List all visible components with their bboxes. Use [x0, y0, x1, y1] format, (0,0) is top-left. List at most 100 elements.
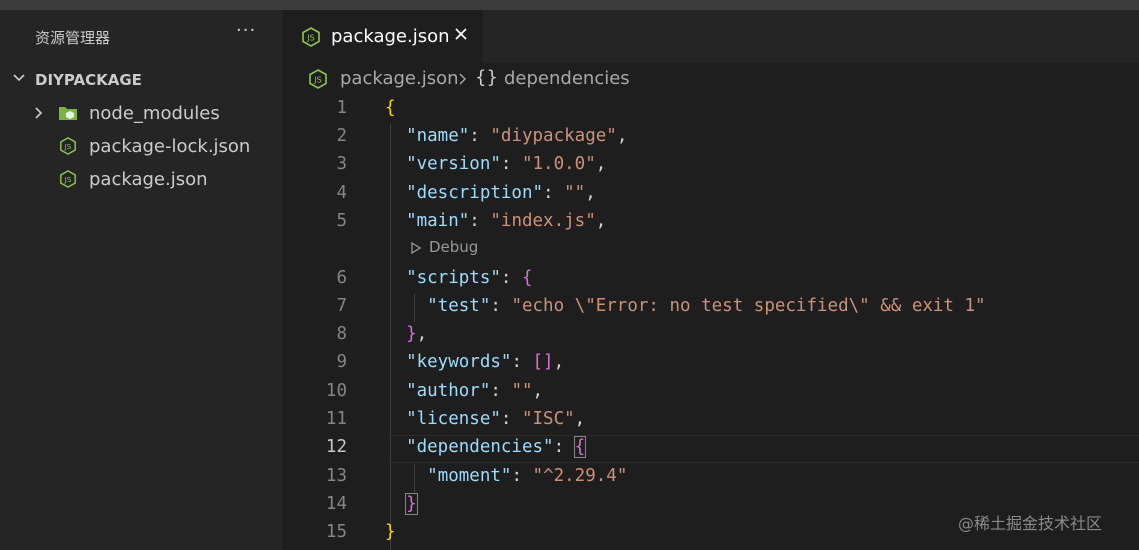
line-content: "moment": "^2.29.4"	[427, 466, 628, 486]
tree-item-package-lock-json[interactable]: JS package-lock.json	[0, 131, 282, 161]
nodejs-icon: JS	[60, 137, 76, 155]
tab-label: package.json	[331, 26, 450, 47]
line-content: {	[385, 98, 396, 118]
line-content: "name": "diypackage",	[406, 126, 628, 146]
code-line: 11 "license": "ISC",	[283, 407, 1139, 435]
line-content: }	[385, 493, 418, 515]
json-key: "name"	[406, 126, 470, 146]
matched-bracket: {	[573, 436, 587, 458]
json-value: ""	[564, 183, 586, 203]
explorer-title: 资源管理器	[35, 29, 111, 47]
json-value: "diypackage"	[490, 126, 617, 146]
watermark: @稀土掘金技术社区	[958, 514, 1103, 533]
line-number: 12	[325, 437, 347, 457]
line-number: 8	[336, 324, 347, 344]
tree-item-label: package-lock.json	[89, 136, 251, 157]
line-number: 13	[325, 466, 347, 486]
chevron-right-icon	[35, 107, 43, 119]
json-key: "dependencies"	[406, 437, 554, 457]
json-key: "version"	[406, 154, 501, 174]
json-key: "test"	[427, 296, 491, 316]
code-line: 2 "name": "diypackage",	[283, 124, 1139, 152]
breadcrumb-symbol[interactable]: dependencies	[504, 68, 630, 89]
matched-bracket: }	[405, 493, 418, 515]
code-line: 5 "main": "index.js",	[283, 209, 1139, 237]
line-number: 15	[325, 522, 347, 542]
code-line: 9 "keywords": [],	[283, 350, 1139, 378]
line-content: "version": "1.0.0",	[406, 154, 607, 174]
tree-item-package-json[interactable]: JS package.json	[0, 164, 282, 194]
line-number: 2	[336, 126, 347, 146]
json-value: "echo \"Error: no test specified\" && ex…	[511, 296, 986, 316]
line-content: "description": "",	[406, 183, 596, 203]
tree-item-label: node_modules	[89, 103, 220, 124]
json-value: "ISC"	[521, 409, 575, 429]
code-line: 13 "moment": "^2.29.4"	[283, 464, 1139, 492]
json-key: "license"	[406, 409, 501, 429]
tab-bar: JS package.json	[283, 10, 1139, 63]
nodejs-icon: JS	[309, 69, 327, 89]
json-key: "main"	[406, 211, 470, 231]
chevron-down-icon	[13, 74, 25, 82]
line-content: "scripts": {	[406, 268, 533, 288]
explorer-sidebar: 资源管理器 ··· DIYPACKAGE node_modules JS pac…	[0, 10, 282, 550]
json-key: "scripts"	[406, 268, 501, 288]
line-number: 6	[336, 268, 347, 288]
line-number: 14	[325, 494, 347, 514]
code-line: 12 "dependencies": {	[283, 435, 1139, 463]
nodejs-icon: JS	[60, 170, 76, 188]
line-content: "main": "index.js",	[406, 211, 607, 231]
line-content: "dependencies": {	[406, 436, 587, 458]
code-line: 3 "version": "1.0.0",	[283, 152, 1139, 180]
breadcrumb: JS package.json {} dependencies	[283, 67, 1139, 93]
json-value: "index.js"	[490, 211, 596, 231]
line-number: 1	[336, 98, 347, 118]
line-number: 3	[336, 154, 347, 174]
json-value: []	[532, 352, 554, 372]
line-number: 4	[336, 183, 347, 203]
more-actions-button[interactable]: ···	[236, 20, 256, 41]
code-line: 7 "test": "echo \"Error: no test specifi…	[283, 294, 1139, 322]
line-content: },	[406, 324, 428, 344]
close-icon[interactable]	[453, 26, 469, 42]
line-number: 5	[336, 211, 347, 231]
tree-item-label: package.json	[89, 169, 208, 190]
json-key: "author"	[406, 381, 491, 401]
svg-text:JS: JS	[64, 142, 72, 151]
line-content: "license": "ISC",	[406, 409, 586, 429]
tab-package-json[interactable]: JS package.json	[283, 10, 483, 63]
play-icon	[411, 242, 421, 254]
code-line: 10 "author": "",	[283, 379, 1139, 407]
json-key: "keywords"	[406, 352, 512, 372]
json-value: "^2.29.4"	[532, 466, 628, 486]
json-key: "description"	[406, 183, 544, 203]
breadcrumb-file[interactable]: package.json	[340, 68, 459, 89]
explorer-header: 资源管理器 ···	[0, 10, 282, 62]
code-editor[interactable]: 1 { 2 "name": "diypackage", 3 "version":…	[283, 96, 1139, 550]
code-line: 8 },	[283, 322, 1139, 350]
code-line: 6 "scripts": {	[283, 266, 1139, 294]
line-content: }	[385, 522, 396, 542]
code-line: 4 "description": "",	[283, 181, 1139, 209]
chevron-right-icon	[459, 73, 466, 85]
editor-area: JS package.json JS package.json {} depen…	[283, 10, 1139, 550]
line-number: 7	[336, 296, 347, 316]
tree-item-node-modules[interactable]: node_modules	[0, 98, 282, 128]
line-content: "author": "",	[406, 381, 544, 401]
workspace-folder-label: DIYPACKAGE	[35, 71, 142, 89]
svg-text:JS: JS	[306, 34, 314, 43]
folder-icon	[59, 107, 77, 120]
line-number: 9	[336, 352, 347, 372]
svg-text:JS: JS	[313, 76, 321, 85]
json-key: "moment"	[427, 466, 512, 486]
line-content: "test": "echo \"Error: no test specified…	[427, 296, 986, 316]
line-number: 10	[325, 381, 347, 401]
line-number: 11	[325, 409, 347, 429]
workspace-folder-header[interactable]: DIYPACKAGE	[0, 66, 282, 94]
code-line: 1 {	[283, 96, 1139, 124]
line-content: "keywords": [],	[406, 352, 565, 372]
codelens-label: Debug	[429, 238, 479, 256]
title-bar-strip	[0, 0, 1139, 10]
json-value: "1.0.0"	[521, 154, 596, 174]
nodejs-icon: JS	[302, 27, 320, 47]
